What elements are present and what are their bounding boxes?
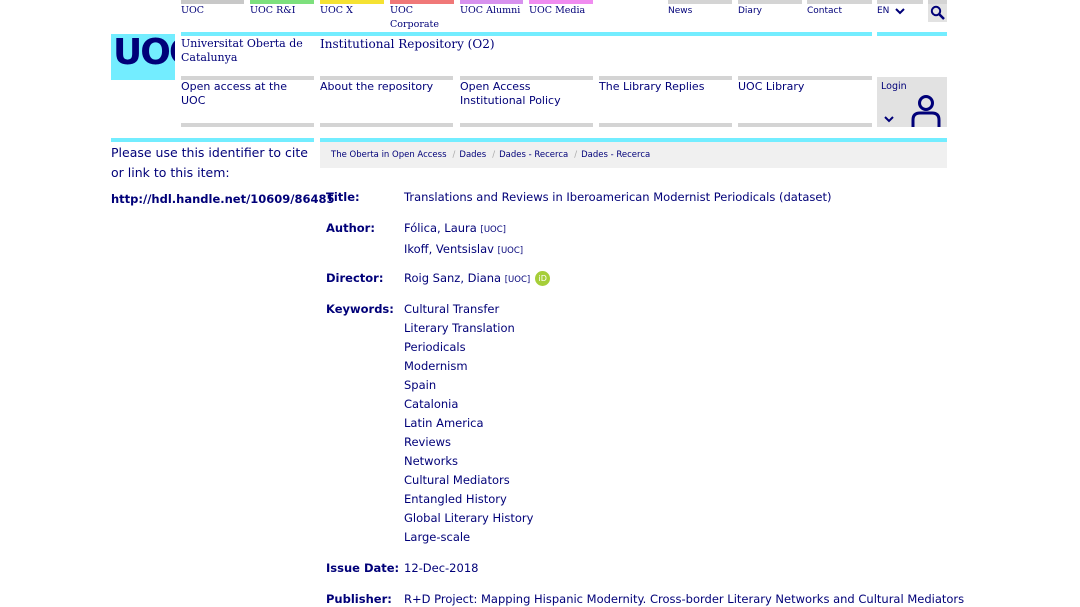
keyword-item[interactable]: Spain xyxy=(404,376,533,395)
topbar-item-uoc-corporate[interactable]: UOC Corporate xyxy=(390,0,454,34)
login-button[interactable]: Login xyxy=(877,77,947,127)
topbar-bar xyxy=(738,0,802,4)
topbar-item-label: UOC Corporate xyxy=(390,5,439,30)
nav-uoc-library[interactable]: UOC Library xyxy=(738,80,872,94)
nav-library-replies[interactable]: The Library Replies xyxy=(599,80,732,94)
breadcrumb-item[interactable]: Dades - Recerca xyxy=(581,150,650,160)
topbar-bar xyxy=(529,0,593,4)
topbar-item-label: Contact xyxy=(807,6,843,16)
header-divider-right xyxy=(877,32,947,36)
nav-bottom-divider xyxy=(599,123,732,127)
language-selector[interactable]: EN xyxy=(877,0,923,34)
chevron-down-icon xyxy=(895,7,906,14)
topbar-item-label: UOC R&I xyxy=(250,5,296,16)
keyword-item[interactable]: Periodicals xyxy=(404,338,533,357)
keyword-item[interactable]: Literary Translation xyxy=(404,319,533,338)
orcid-icon[interactable]: iD xyxy=(535,271,551,286)
author-item[interactable]: Fólica, Laura [UOC] xyxy=(404,219,523,240)
author-affiliation: [UOC] xyxy=(497,246,524,256)
sidebar-divider xyxy=(111,138,314,142)
issue-date: 12-Dec-2018 xyxy=(404,561,479,575)
topbar-item-uoc-alumni[interactable]: UOC Alumni xyxy=(460,0,523,34)
breadcrumb-item[interactable]: Dades - Recerca xyxy=(499,150,568,160)
author-name: Fólica, Laura xyxy=(404,221,477,235)
topbar-news[interactable]: News xyxy=(668,0,732,34)
topbar-item-uoc-media[interactable]: UOC Media xyxy=(529,0,593,34)
nav-open-access-policy[interactable]: Open Access Institutional Policy xyxy=(460,80,593,108)
author-list: Fólica, Laura [UOC] Ikoff, Ventsislav [U… xyxy=(404,219,523,261)
breadcrumb-separator: / xyxy=(452,150,456,160)
keyword-item[interactable]: Latin America xyxy=(404,414,533,433)
breadcrumb-separator: / xyxy=(574,150,578,160)
cite-instructions: Please use this identifier to cite or li… xyxy=(111,145,308,180)
keyword-item[interactable]: Cultural Mediators xyxy=(404,471,533,490)
author-item[interactable]: Ikoff, Ventsislav [UOC] xyxy=(404,240,523,261)
nav-bottom-divider xyxy=(738,123,872,127)
breadcrumb-item[interactable]: The Oberta in Open Access xyxy=(331,150,447,160)
breadcrumb: The Oberta in Open Access / Dades / Dades - … xyxy=(320,142,947,168)
keyword-item[interactable]: Networks xyxy=(404,452,533,471)
topbar-item-label: UOC Alumni xyxy=(460,5,521,16)
topbar-bar xyxy=(877,0,923,4)
topbar-bar xyxy=(928,0,947,4)
breadcrumb-separator: / xyxy=(492,150,496,160)
topbar-diary[interactable]: Diary xyxy=(738,0,802,34)
director-label: Director: xyxy=(326,271,384,285)
handle-link[interactable]: http://hdl.handle.net/10609/86485 xyxy=(111,192,335,206)
topbar-bar xyxy=(320,0,384,4)
topbar-bar xyxy=(460,0,523,4)
issue-date-label: Issue Date: xyxy=(326,561,400,575)
topbar-item-uoc-ri[interactable]: UOC R&I xyxy=(250,0,314,34)
topbar-item-label: News xyxy=(668,6,693,16)
director-item[interactable]: Roig Sanz, Diana [UOC] iD xyxy=(404,269,551,290)
topbar-item-uoc[interactable]: UOC xyxy=(181,0,244,34)
publisher-label: Publisher: xyxy=(326,592,392,606)
topbar-bar xyxy=(181,0,244,4)
nav-open-access[interactable]: Open access at the UOC xyxy=(181,80,314,108)
topbar-item-label: Diary xyxy=(738,6,762,16)
breadcrumb-item[interactable]: Dades xyxy=(459,150,486,160)
header-divider xyxy=(181,32,872,36)
director-name: Roig Sanz, Diana xyxy=(404,271,502,285)
language-label: EN xyxy=(877,6,890,16)
director-affiliation: [UOC] xyxy=(504,275,531,285)
keywords-label: Keywords: xyxy=(326,302,394,316)
search-icon xyxy=(930,5,945,20)
nav-bottom-divider xyxy=(181,123,314,127)
keyword-item[interactable]: Modernism xyxy=(404,357,533,376)
author-affiliation: [UOC] xyxy=(480,225,506,235)
author-name: Ikoff, Ventsislav xyxy=(404,242,494,256)
keyword-item[interactable]: Cultural Transfer xyxy=(404,300,533,319)
topbar-contact[interactable]: Contact xyxy=(807,0,872,34)
uoc-logo[interactable]: UOC xyxy=(111,34,175,80)
topbar-item-label: UOC Media xyxy=(529,5,586,16)
publisher: R+D Project: Mapping Hispanic Modernity.… xyxy=(404,592,965,606)
topbar-bar xyxy=(807,0,872,4)
topbar-item-uoc-x[interactable]: UOC X xyxy=(320,0,384,34)
keyword-item[interactable]: Entangled History xyxy=(404,490,533,509)
keyword-item[interactable]: Large-scale xyxy=(404,528,533,547)
topbar-item-label: UOC xyxy=(181,5,205,16)
topbar-bar xyxy=(250,0,314,4)
site-title[interactable]: Institutional Repository (O2) xyxy=(320,37,495,51)
topbar-bar xyxy=(390,0,454,4)
keyword-item[interactable]: Global Literary History xyxy=(404,509,533,528)
chevron-down-icon xyxy=(884,116,894,123)
author-label: Author: xyxy=(326,221,375,235)
search-button[interactable] xyxy=(928,0,947,22)
nav-bottom-divider xyxy=(320,123,453,127)
keyword-item[interactable]: Reviews xyxy=(404,433,533,452)
keyword-item[interactable]: Catalonia xyxy=(404,395,533,414)
keyword-list: Cultural Transfer Literary Translation P… xyxy=(404,300,533,547)
topbar-item-label: UOC X xyxy=(320,5,353,16)
nav-bottom-divider xyxy=(460,123,593,127)
nav-about-repository[interactable]: About the repository xyxy=(320,80,453,94)
title-label: Title: xyxy=(326,190,360,204)
topbar-bar xyxy=(668,0,732,4)
user-icon xyxy=(911,95,941,127)
university-name[interactable]: Universitat Oberta de Catalunya xyxy=(181,37,311,65)
logo-text: UOC xyxy=(113,34,175,73)
record-title: Translations and Reviews in Iberoamerica… xyxy=(404,190,832,204)
login-label: Login xyxy=(881,81,907,92)
